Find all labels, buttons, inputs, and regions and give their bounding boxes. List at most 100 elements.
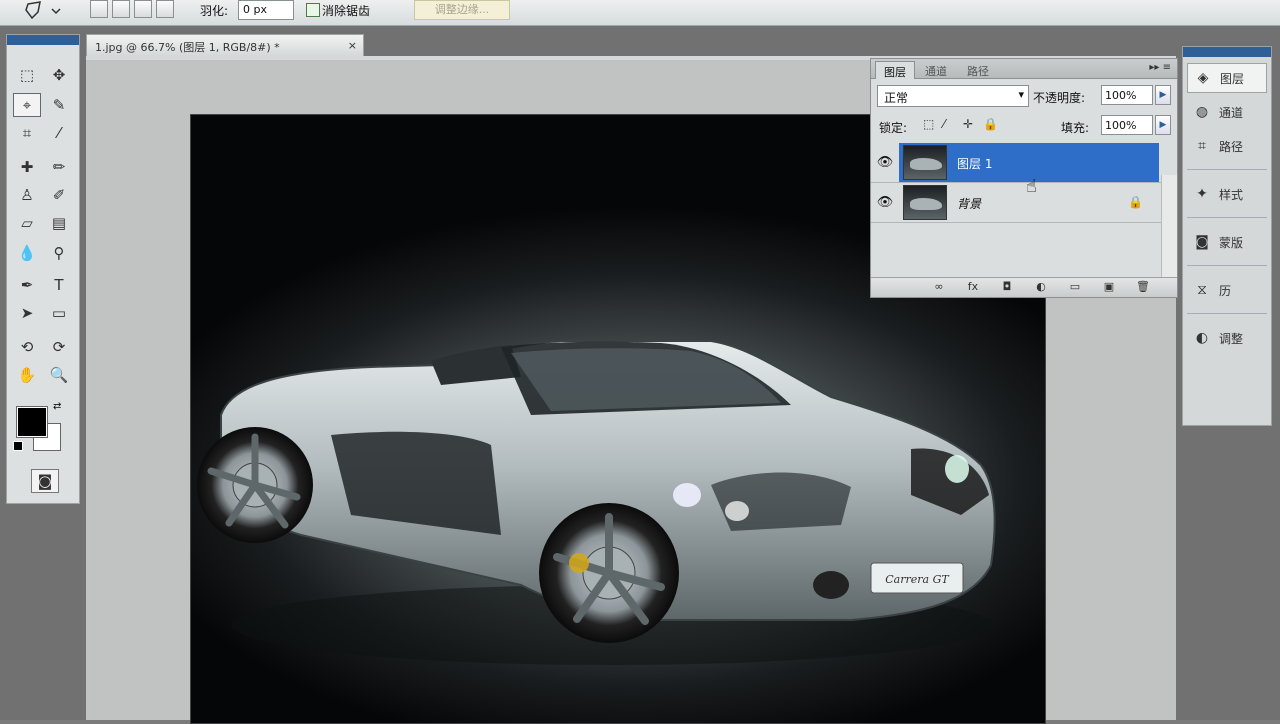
fill-label: 填充: [1061, 121, 1090, 135]
visibility-eye-icon[interactable]: 👁 [875, 195, 895, 211]
dock-styles-button[interactable]: ✦ 样式 [1187, 179, 1267, 209]
rectangle-tool-icon[interactable]: ▭ [45, 301, 73, 325]
3d-orbit-tool-icon[interactable]: ⟳ [45, 335, 73, 359]
gradient-tool-icon[interactable]: ▤ [45, 211, 73, 235]
lock-pixels-icon[interactable]: ⁄ [943, 117, 945, 131]
quick-selection-tool-icon[interactable]: ✎ [45, 93, 73, 117]
new-selection-button[interactable] [90, 0, 108, 18]
tab-channels[interactable]: 通道 [917, 61, 955, 79]
layers-scrollbar[interactable] [1161, 175, 1177, 277]
history-brush-tool-icon[interactable]: ✐ [45, 183, 73, 207]
layer-lock-icon: 🔒 [1128, 195, 1143, 209]
dock-separator [1187, 313, 1267, 314]
opacity-slider-arrow-icon[interactable]: ▶ [1155, 85, 1171, 105]
feather-input[interactable]: 0 px [238, 0, 294, 20]
hand-pointer-cursor-icon: ☝ [1026, 176, 1037, 197]
polygonal-lasso-tool-icon[interactable]: ⌖ [13, 93, 41, 117]
layer-row-background[interactable]: 👁 背景 🔒 [871, 183, 1161, 223]
masks-icon: ◙ [1195, 234, 1209, 250]
blend-mode-select[interactable]: 正常 ▾ [877, 85, 1029, 107]
layers-icon: ◈ [1197, 70, 1209, 86]
type-tool-icon[interactable]: T [45, 273, 73, 297]
eyedropper-tool-icon[interactable]: ⁄ [45, 121, 73, 145]
refine-edge-button[interactable]: 调整边缘... [414, 0, 510, 20]
tab-paths[interactable]: 路径 [959, 61, 997, 79]
tab-layers[interactable]: 图层 [875, 61, 915, 79]
visibility-eye-icon[interactable]: 👁 [875, 155, 895, 171]
styles-icon: ✦ [1196, 186, 1208, 202]
dodge-tool-icon[interactable]: ⚲ [45, 241, 73, 265]
add-selection-button[interactable] [112, 0, 130, 18]
blur-tool-icon[interactable]: 💧 [13, 241, 41, 265]
lock-transparency-icon[interactable]: ⬚ [923, 117, 934, 131]
healing-brush-tool-icon[interactable]: ✚ [13, 155, 41, 179]
panel-dock: ◈ 图层 ◍ 通道 ⌗ 路径 ✦ 样式 ◙ 蒙版 ⧖ 历 ◐ 调整 [1182, 46, 1272, 426]
pen-tool-icon[interactable]: ✒ [13, 273, 41, 297]
quick-mask-icon[interactable]: ◙ [31, 469, 59, 493]
options-bar: 羽化: 0 px 消除锯齿 调整边缘... [0, 0, 1280, 26]
eraser-tool-icon[interactable]: ▱ [13, 211, 41, 235]
toolbox: ⬚ ✥ ⌖ ✎ ⌗ ⁄ ✚ ✏ ♙ ✐ ▱ ▤ 💧 ⚲ ✒ T ➤ ▭ ⟲ ⟳ … [6, 34, 80, 504]
paths-icon: ⌗ [1198, 138, 1206, 154]
dock-paths-label: 路径 [1219, 139, 1244, 154]
dock-styles-label: 样式 [1219, 187, 1244, 202]
workspace: ⬚ ✥ ⌖ ✎ ⌗ ⁄ ✚ ✏ ♙ ✐ ▱ ▤ 💧 ⚲ ✒ T ➤ ▭ ⟲ ⟳ … [0, 26, 1280, 724]
add-mask-icon[interactable]: ◘ [997, 280, 1017, 296]
layer-row-layer-1[interactable]: 👁 图层 1 [871, 143, 1161, 183]
dock-layers-label: 图层 [1220, 71, 1245, 86]
tool-preset-picker[interactable] [22, 0, 66, 22]
marquee-tool-icon[interactable]: ⬚ [13, 63, 41, 87]
crop-tool-icon[interactable]: ⌗ [13, 121, 41, 145]
opacity-input[interactable]: 100% [1101, 85, 1153, 105]
layers-panel-tabs: 图层 通道 路径 ▸▸ ≡ [871, 59, 1177, 79]
layer-thumbnail [903, 185, 947, 220]
default-colors-icon[interactable] [13, 441, 23, 451]
path-selection-tool-icon[interactable]: ➤ [13, 301, 41, 325]
brush-tool-icon[interactable]: ✏ [45, 155, 73, 179]
new-layer-icon[interactable]: ▣ [1099, 280, 1119, 296]
layer-thumbnail [903, 145, 947, 180]
dock-masks-label: 蒙版 [1219, 235, 1244, 250]
new-group-icon[interactable]: ▭ [1065, 280, 1085, 296]
fill-slider-arrow-icon[interactable]: ▶ [1155, 115, 1171, 135]
zoom-tool-icon[interactable]: 🔍 [45, 363, 73, 387]
antialias-checkbox[interactable] [306, 3, 320, 17]
dock-channels-label: 通道 [1219, 105, 1244, 120]
subtract-selection-button[interactable] [134, 0, 152, 18]
layer-name: 背景 [957, 197, 982, 211]
move-tool-icon[interactable]: ✥ [45, 63, 73, 87]
lock-position-icon[interactable]: ✛ [963, 117, 973, 131]
close-document-icon[interactable]: × [348, 39, 357, 52]
channels-icon: ◍ [1195, 104, 1209, 120]
link-layers-icon[interactable]: ∞ [929, 280, 949, 296]
dock-adjustments-button[interactable]: ◐ 调整 [1187, 323, 1267, 353]
document-tab[interactable]: 1.jpg @ 66.7% (图层 1, RGB/8#) * × [86, 34, 364, 56]
foreground-color-swatch[interactable] [16, 406, 48, 438]
panel-menu-icon[interactable]: ▸▸ ≡ [1149, 62, 1171, 73]
dock-paths-button[interactable]: ⌗ 路径 [1187, 131, 1267, 161]
lock-all-icon[interactable]: 🔒 [983, 117, 998, 131]
3d-rotate-tool-icon[interactable]: ⟲ [13, 335, 41, 359]
hand-tool-icon[interactable]: ✋ [13, 363, 41, 387]
intersect-selection-button[interactable] [156, 0, 174, 18]
license-plate-text: Carrera GT [885, 573, 950, 586]
dock-masks-button[interactable]: ◙ 蒙版 [1187, 227, 1267, 257]
clone-stamp-tool-icon[interactable]: ♙ [13, 183, 41, 207]
dock-history-button[interactable]: ⧖ 历 [1187, 275, 1267, 305]
fill-input[interactable]: 100% [1101, 115, 1153, 135]
blend-mode-value: 正常 [884, 91, 909, 105]
adjustment-layer-icon[interactable]: ◐ [1031, 280, 1051, 296]
history-icon: ⧖ [1197, 282, 1207, 298]
dock-grip[interactable] [1183, 47, 1271, 57]
dock-layers-button[interactable]: ◈ 图层 [1187, 63, 1267, 93]
adjustments-icon: ◐ [1195, 330, 1209, 346]
lock-label: 锁定: [879, 121, 908, 135]
dock-separator [1187, 217, 1267, 218]
dock-separator [1187, 265, 1267, 266]
layer-style-icon[interactable]: fx [963, 280, 983, 296]
toolbox-grip[interactable] [7, 35, 79, 45]
antialias-label: 消除锯齿 [322, 4, 371, 18]
dock-channels-button[interactable]: ◍ 通道 [1187, 97, 1267, 127]
swap-colors-icon[interactable]: ⇄ [53, 401, 61, 412]
delete-layer-icon[interactable]: 🗑 [1133, 280, 1153, 296]
